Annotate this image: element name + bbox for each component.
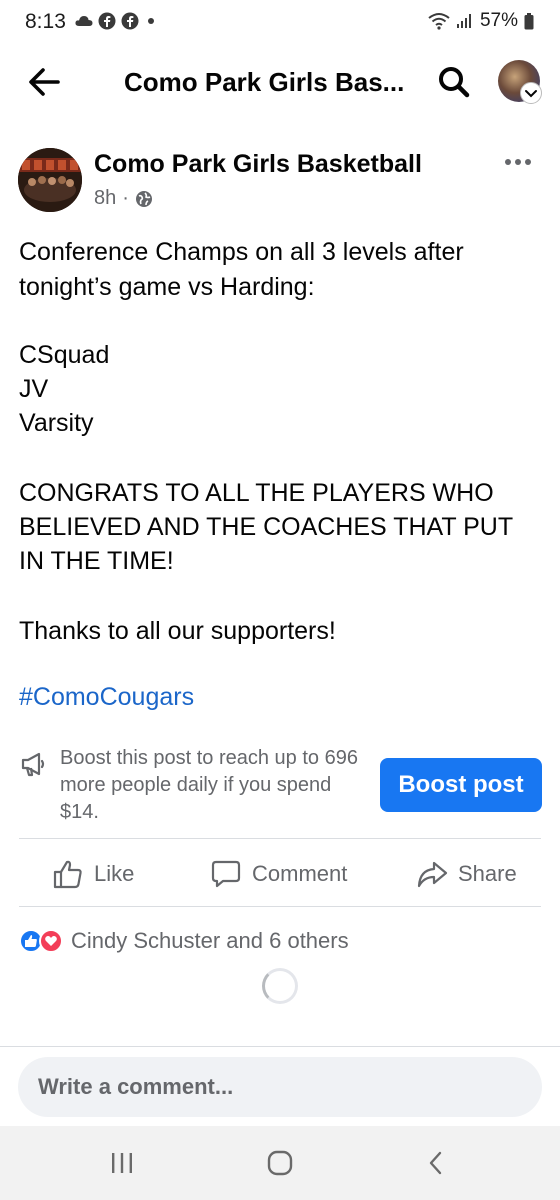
reaction-summary[interactable]: Cindy Schuster and 6 others — [19, 928, 349, 954]
profile-menu-toggle[interactable] — [520, 82, 542, 104]
home-icon — [267, 1150, 293, 1176]
like-button[interactable]: Like — [52, 854, 134, 894]
post-text-line: Varsity — [19, 409, 94, 437]
battery-icon — [524, 12, 534, 29]
battery-percent: 57% — [479, 10, 518, 31]
home-button[interactable] — [260, 1146, 300, 1180]
recent-apps-icon — [112, 1153, 132, 1173]
post-text-line: Thanks to all our supporters! — [19, 617, 336, 645]
back-arrow-icon — [29, 68, 60, 96]
top-app-bar: Como Park Girls Bas... — [0, 48, 560, 114]
chevron-down-icon — [525, 90, 537, 98]
wifi-icon — [428, 13, 450, 30]
search-button[interactable] — [434, 62, 474, 102]
post-meta: 8h · — [94, 187, 153, 210]
comment-input[interactable]: Write a comment... — [18, 1057, 542, 1117]
thumbs-up-icon — [53, 860, 82, 889]
reactors-text: Cindy Schuster and 6 others — [71, 928, 349, 953]
page-title: Como Park Girls Bas... — [124, 67, 405, 97]
boost-description: Boost this post to reach up to 696 more … — [60, 747, 358, 823]
post-text-line: tonight’s game vs Harding: — [19, 273, 315, 301]
globe-icon — [135, 190, 152, 207]
recent-apps-button[interactable] — [102, 1146, 142, 1180]
post-text-line: JV — [19, 375, 49, 403]
divider — [19, 838, 541, 839]
search-icon — [439, 67, 470, 98]
megaphone-icon — [21, 752, 45, 777]
comment-composer: Write a comment... — [0, 1046, 560, 1126]
share-arrow-icon — [417, 861, 448, 888]
more-options-icon — [505, 159, 531, 165]
post-time[interactable]: 8h — [94, 187, 116, 210]
comment-bubble-icon — [211, 860, 241, 888]
dot-icon — [148, 18, 154, 24]
status-time: 8:13 — [25, 10, 66, 33]
comment-button[interactable]: Comment — [210, 854, 347, 894]
notification-icons — [75, 12, 158, 30]
page-avatar[interactable] — [18, 148, 82, 212]
meta-separator: · — [122, 187, 129, 209]
facebook-notification-icon — [98, 12, 116, 30]
team-photo-image — [18, 148, 82, 212]
post-options-button[interactable] — [500, 150, 536, 174]
like-label: Like — [94, 861, 135, 886]
post-text-line: CONGRATS TO ALL THE PLAYERS WHO — [19, 479, 494, 507]
facebook-notification-icon — [121, 12, 139, 30]
status-right: 57% — [428, 10, 534, 32]
cloud-icon — [75, 16, 93, 26]
signal-icon — [456, 14, 471, 28]
back-chevron-icon — [429, 1151, 442, 1175]
post-text-line: IN THE TIME! — [19, 547, 174, 575]
boost-post-button[interactable]: Boost post — [380, 758, 542, 812]
system-navigation-bar — [0, 1126, 560, 1200]
loading-spinner — [262, 968, 298, 1004]
post-text-line: BELIEVED AND THE COACHES THAT PUT — [19, 513, 514, 541]
post-text-line: CSquad — [19, 341, 110, 369]
post-author[interactable]: Como Park Girls Basketball — [94, 150, 422, 179]
back-button[interactable] — [24, 62, 64, 102]
system-back-button[interactable] — [416, 1146, 456, 1180]
share-label: Share — [458, 861, 517, 886]
divider — [19, 906, 541, 907]
comment-label: Comment — [252, 861, 348, 886]
post-text-line: Conference Champs on all 3 levels after — [19, 238, 464, 266]
status-bar: 8:13 57% — [0, 0, 560, 48]
share-button[interactable]: Share — [416, 854, 517, 894]
love-reaction-icon — [39, 929, 63, 953]
hashtag-link[interactable]: #ComoCougars — [19, 680, 544, 714]
